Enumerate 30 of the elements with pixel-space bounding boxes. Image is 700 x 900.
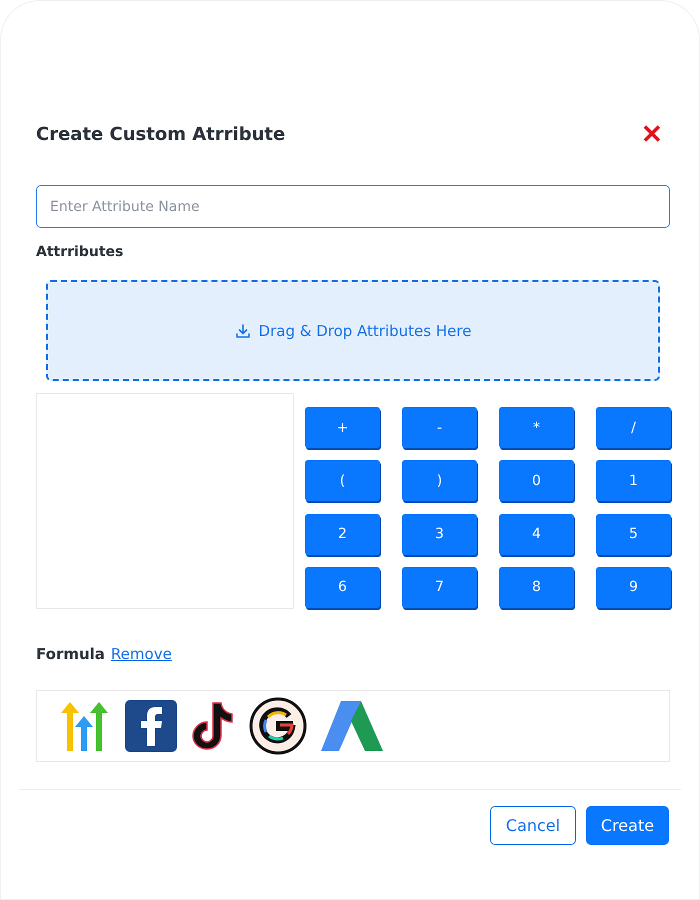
keypad-button[interactable]: 8 [499,566,574,608]
keypad-button[interactable]: + [305,407,380,448]
dialog-title: Create Custom Atrribute [36,124,286,144]
triangle-logo-icon [319,699,385,753]
keypad-button[interactable]: 9 [596,566,671,608]
download-icon [234,322,251,338]
keypad-button[interactable]: 5 [596,514,671,554]
remove-link[interactable]: Remove [110,645,172,663]
square-f-icon [125,700,177,752]
close-button[interactable]: ✕ [635,121,669,147]
attribute-name-field[interactable]: Enter Attribute Name [36,185,670,228]
create-button[interactable]: Create [586,806,669,845]
keypad-button[interactable]: 7 [402,566,477,608]
keypad-button[interactable]: / [596,407,671,448]
attributes-label: Attrributes [36,244,124,260]
drop-zone[interactable]: Drag & Drop Attributes Here [46,280,660,381]
keypad-button[interactable]: 3 [402,514,477,554]
keypad-button[interactable]: 2 [305,514,380,554]
drop-zone-text: Drag & Drop Attributes Here [258,322,472,340]
g-ring-icon [249,697,307,755]
cancel-button[interactable]: Cancel [490,806,576,845]
keypad-button[interactable]: 1 [596,460,671,502]
keypad-button[interactable]: 6 [305,566,380,608]
keypad-button[interactable]: 0 [499,460,574,502]
keypad-button[interactable]: - [402,407,477,448]
keypad-button[interactable]: * [499,407,574,448]
keypad-button[interactable]: ( [305,460,380,502]
keypad-button[interactable]: 4 [499,514,574,554]
formula-label: Formula [36,645,105,663]
keypad-button[interactable]: ) [402,460,477,502]
